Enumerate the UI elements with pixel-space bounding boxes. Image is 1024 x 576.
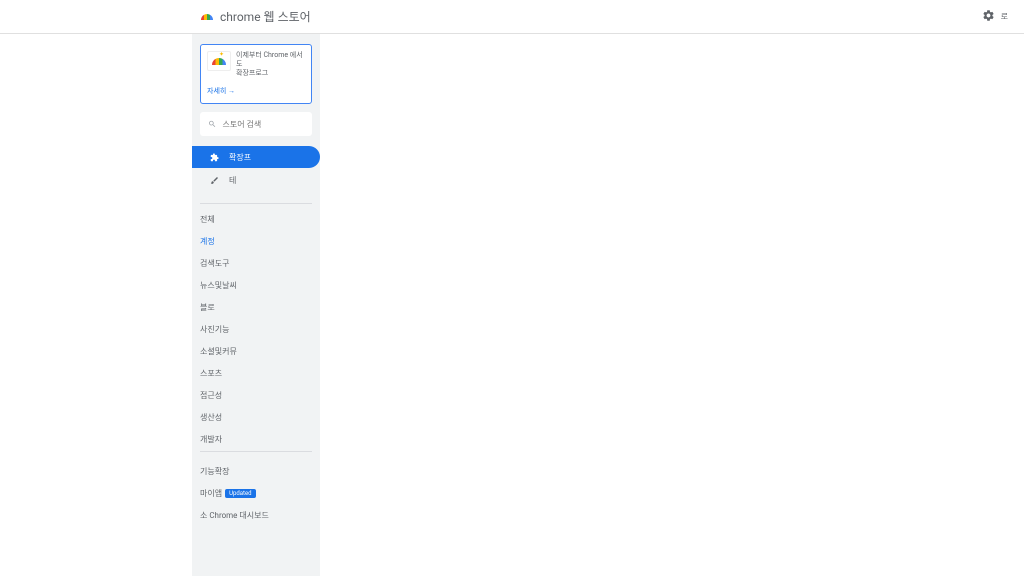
category-item[interactable]: 계정 [200, 236, 312, 247]
page-title: chrome 웹 스토어 [220, 8, 311, 25]
search-icon [208, 119, 216, 129]
promo-card: ✦ 이제부터 Chrome 에서도 확장프로그 자세히 → [200, 44, 312, 104]
bottom-link-updated-label: 마이앱 [200, 488, 222, 499]
bottom-link-dashboard[interactable]: 소 Chrome 대시보드 [200, 510, 312, 521]
category-item[interactable]: 스포츠 [200, 368, 312, 379]
category-item[interactable]: 개발자 [200, 434, 312, 445]
category-item[interactable]: 전체 [200, 214, 312, 225]
category-item[interactable]: 뉴스및날씨 [200, 280, 312, 291]
divider [200, 203, 312, 204]
promo-link[interactable]: 자세히 → [207, 86, 235, 96]
category-list: 전체 계정 검색도구 뉴스및날씨 블로 사진기능 소셜및커뮤 스포츠 접근성 생… [200, 214, 312, 445]
search-box[interactable] [200, 112, 312, 136]
category-item[interactable]: 검색도구 [200, 258, 312, 269]
tab-themes-label: 테 [229, 175, 236, 186]
category-item[interactable]: 생산성 [200, 412, 312, 423]
divider [200, 451, 312, 452]
bottom-link-updated[interactable]: 마이앱 Updated [200, 488, 312, 499]
main-content [320, 34, 832, 576]
tab-extensions[interactable]: 확장프 [192, 146, 320, 168]
puzzle-icon [210, 153, 219, 162]
brush-icon [210, 176, 219, 185]
bottom-link-features[interactable]: 기능확장 [200, 466, 312, 477]
updated-badge: Updated [225, 489, 255, 498]
promo-text: 이제부터 Chrome 에서도 확장프로그 [236, 51, 305, 78]
search-input[interactable] [222, 120, 304, 129]
category-item[interactable]: 접근성 [200, 390, 312, 401]
header-right-text[interactable]: 로 [1001, 11, 1008, 22]
gear-icon[interactable] [982, 7, 995, 26]
promo-rainbow-icon: ✦ [207, 51, 231, 71]
category-item[interactable]: 사진기능 [200, 324, 312, 335]
tab-themes[interactable]: 테 [200, 169, 312, 191]
sidebar: ✦ 이제부터 Chrome 에서도 확장프로그 자세히 → [192, 34, 320, 576]
category-item[interactable]: 블로 [200, 302, 312, 313]
chrome-store-logo [200, 10, 213, 23]
category-item[interactable]: 소셜및커뮤 [200, 346, 312, 357]
tab-extensions-label: 확장프 [229, 152, 251, 163]
